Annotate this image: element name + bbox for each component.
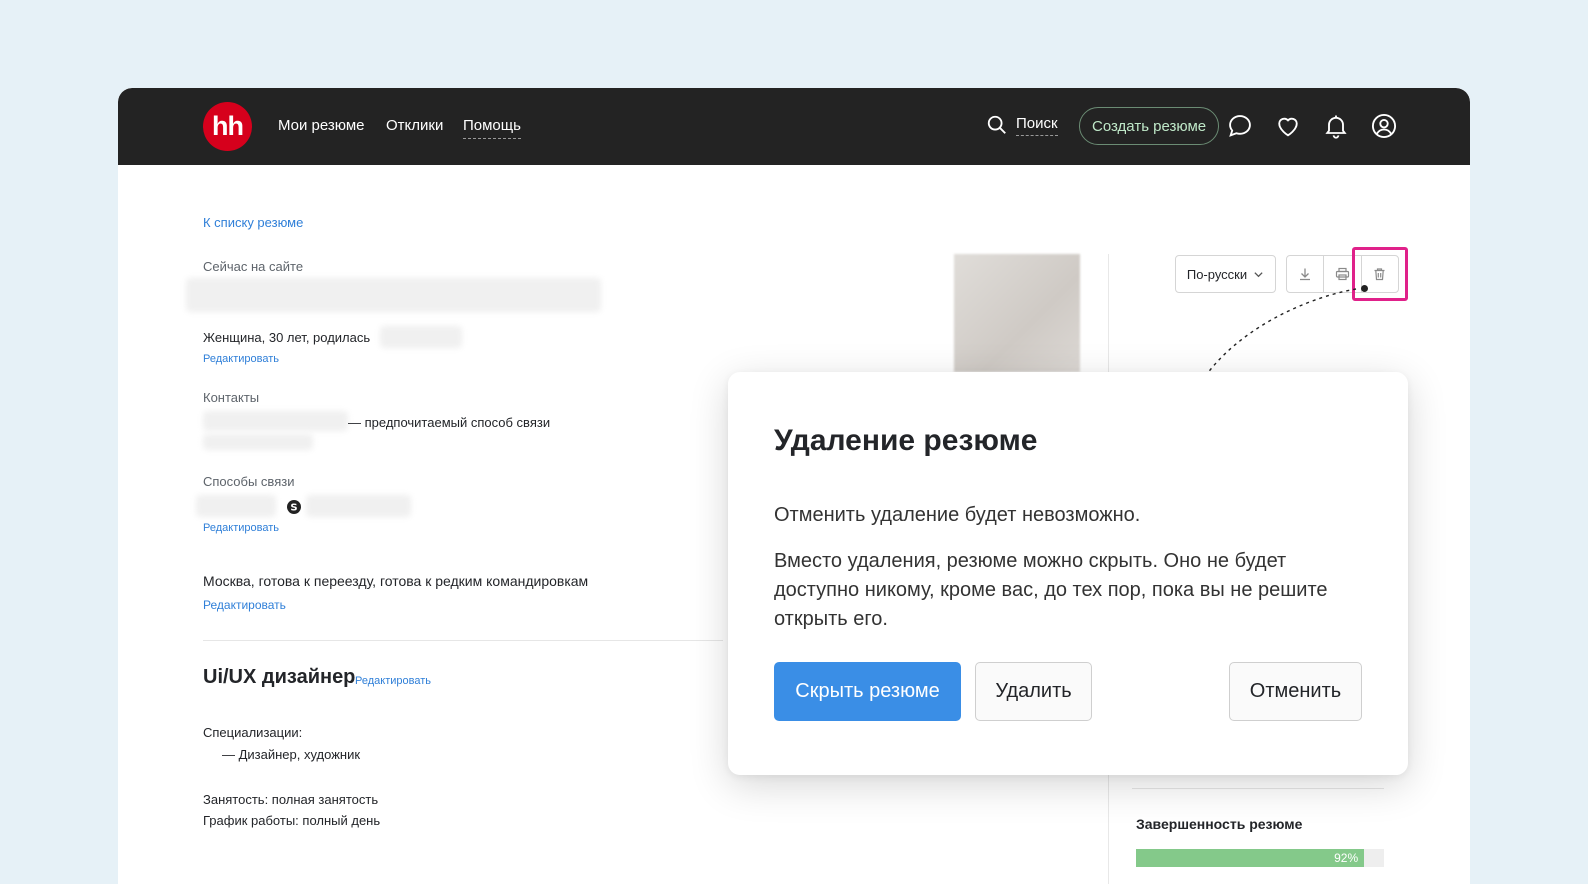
nav-help[interactable]: Помощь (463, 117, 521, 139)
language-label: По-русски (1186, 266, 1248, 282)
svg-text:S: S (290, 503, 297, 514)
completeness-divider (1132, 788, 1384, 789)
delete-resume-dialog: Удаление резюме Отменить удаление будет … (728, 372, 1408, 775)
back-to-list-link[interactable]: К списку резюме (203, 215, 303, 230)
ways-label: Способы связи (203, 474, 295, 489)
download-icon (1300, 268, 1311, 281)
chat-icon[interactable] (1226, 112, 1254, 140)
search-icon (987, 115, 1006, 134)
blurred-email (203, 434, 313, 450)
hide-resume-button[interactable]: Скрыть резюме (774, 662, 961, 721)
specializations-label: Специализации: (203, 725, 303, 740)
hh-logo[interactable]: hh (203, 102, 252, 151)
edit-position-link[interactable]: Редактировать (355, 675, 431, 687)
profile-photo (954, 254, 1080, 372)
blurred-name (186, 278, 601, 312)
completeness-percent: 92% (1334, 851, 1359, 865)
online-status: Сейчас на сайте (203, 259, 304, 274)
employment-info: Занятость: полная занятость (203, 792, 379, 807)
delete-button[interactable]: Удалить (975, 662, 1092, 721)
edit-personal-link[interactable]: Редактировать (203, 353, 279, 365)
nav-my-resumes[interactable]: Мои резюме (278, 117, 365, 135)
cancel-button[interactable]: Отменить (1229, 662, 1362, 721)
heart-icon[interactable] (1274, 112, 1302, 140)
nav-responses[interactable]: Отклики (386, 117, 443, 135)
profile-icon[interactable] (1370, 112, 1398, 140)
skype-icon: S (287, 500, 301, 514)
divider (203, 640, 723, 641)
search-link[interactable]: Поиск (986, 114, 1058, 136)
bell-icon[interactable] (1322, 112, 1350, 140)
blurred-phone (203, 411, 348, 431)
schedule-info: График работы: полный день (203, 813, 381, 828)
preferred-contact: — предпочитаемый способ связи (348, 415, 551, 430)
edit-location-link[interactable]: Редактировать (203, 598, 286, 612)
dialog-title: Удаление резюме (774, 424, 1038, 457)
search-label: Поиск (1016, 115, 1058, 136)
position-title: Ui/UX дизайнер (203, 666, 356, 688)
top-navbar: hh Мои резюме Отклики Помощь Поиск Созда… (118, 88, 1470, 165)
blurred-birthdate (380, 326, 462, 348)
completeness-progress-fill: 92% (1136, 849, 1365, 867)
location-info: Москва, готова к переезду, готова к редк… (203, 573, 589, 589)
create-resume-button[interactable]: Создать резюме (1079, 107, 1220, 145)
specialization-item: — Дизайнер, художник (222, 747, 361, 762)
blurred-contact-way (196, 495, 276, 517)
personal-info: Женщина, 30 лет, родилась (203, 330, 371, 345)
blurred-skype (306, 495, 411, 517)
dialog-warning-text: Отменить удаление будет невозможно. (774, 504, 1141, 526)
edit-contacts-link[interactable]: Редактировать (203, 522, 279, 534)
completeness-title: Завершенность резюме (1136, 816, 1303, 832)
contacts-label: Контакты (203, 390, 260, 405)
completeness-progress: 92% (1136, 849, 1384, 867)
dialog-hint-text: Вместо удаления, резюме можно скрыть. Он… (774, 550, 1328, 630)
chevron-down-icon (1254, 271, 1263, 277)
print-icon (1335, 267, 1350, 281)
